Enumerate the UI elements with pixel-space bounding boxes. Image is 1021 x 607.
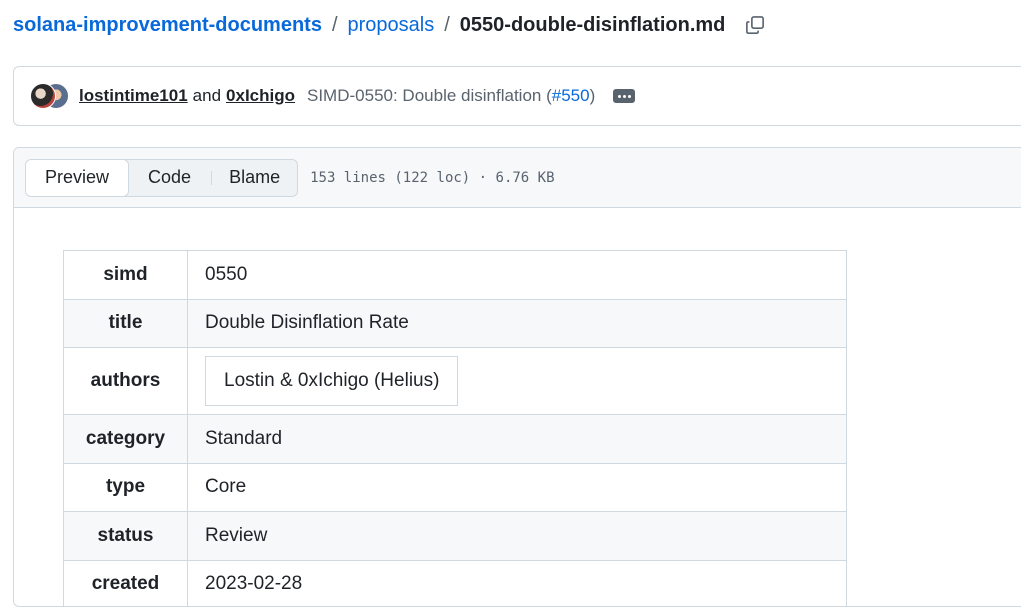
copy-path-button[interactable]: [743, 13, 767, 37]
breadcrumb: solana-improvement-documents / proposals…: [13, 10, 767, 40]
table-row: type Core: [63, 462, 847, 512]
tab-blame[interactable]: Blame: [212, 160, 297, 196]
breadcrumb-repo-link[interactable]: solana-improvement-documents: [13, 14, 322, 37]
author-avatars[interactable]: [30, 83, 70, 109]
copy-icon: [746, 16, 765, 34]
table-row: title Double Disinflation Rate: [63, 298, 847, 348]
ellipsis-icon: [622, 94, 626, 98]
table-key-cell: type: [63, 462, 188, 512]
commit-coauthor-link[interactable]: 0xIchigo: [226, 86, 295, 106]
table-row: created 2023-02-28: [63, 559, 847, 606]
table-key-cell: title: [63, 298, 188, 348]
commit-message-text[interactable]: SIMD-0550: Double disinflation (: [307, 86, 552, 105]
ellipsis-icon: [627, 94, 631, 98]
commit-and-text: and: [192, 86, 222, 105]
table-key-cell: status: [63, 511, 188, 561]
authors-nested-table-cell: Lostin & 0xIchigo (Helius): [205, 356, 459, 406]
table-value-cell: Lostin & 0xIchigo (Helius): [187, 347, 847, 415]
breadcrumb-file-name: 0550-double-disinflation.md: [459, 13, 726, 36]
file-viewer: Preview Code Blame 153 lines (122 loc) ·…: [13, 147, 1021, 607]
table-value-cell: 0550: [187, 250, 847, 300]
breadcrumb-separator: /: [331, 13, 338, 36]
table-key-cell: simd: [63, 250, 188, 300]
table-value-cell: 2023-02-28: [187, 559, 847, 606]
table-row: status Review: [63, 511, 847, 561]
frontmatter-table: simd 0550 title Double Disinflation Rate…: [63, 250, 847, 606]
view-mode-segmented-control: Preview Code Blame: [25, 158, 299, 197]
table-row: simd 0550: [63, 250, 847, 300]
file-size-info: 153 lines (122 loc) · 6.76 KB: [310, 169, 555, 186]
table-value-cell: Review: [187, 511, 847, 561]
ellipsis-icon: [617, 94, 621, 98]
tab-preview[interactable]: Preview: [26, 159, 130, 196]
avatar[interactable]: [30, 83, 56, 109]
commit-message[interactable]: SIMD-0550: Double disinflation (#550): [307, 86, 595, 106]
commit-pr-link[interactable]: #550: [552, 86, 590, 105]
table-key-cell: category: [63, 414, 188, 464]
commit-message-end: ): [589, 86, 596, 105]
commit-author-link[interactable]: lostintime101: [79, 86, 188, 106]
breadcrumb-folder-link[interactable]: proposals: [348, 14, 435, 37]
table-value-cell: Core: [187, 462, 847, 512]
breadcrumb-separator: /: [444, 13, 450, 36]
table-key-cell: created: [63, 559, 188, 606]
tab-code[interactable]: Code: [128, 160, 211, 196]
table-row: authors Lostin & 0xIchigo (Helius): [63, 347, 847, 415]
table-key-cell: authors: [63, 347, 188, 415]
file-header: Preview Code Blame 153 lines (122 loc) ·…: [14, 148, 1021, 208]
table-row: category Standard: [63, 414, 847, 464]
table-value-cell: Standard: [187, 414, 847, 464]
latest-commit-bar: lostintime101 and 0xIchigo SIMD-0550: Do…: [13, 66, 1021, 126]
table-value-cell: Double Disinflation Rate: [187, 298, 847, 348]
commit-details-button[interactable]: [613, 89, 636, 103]
